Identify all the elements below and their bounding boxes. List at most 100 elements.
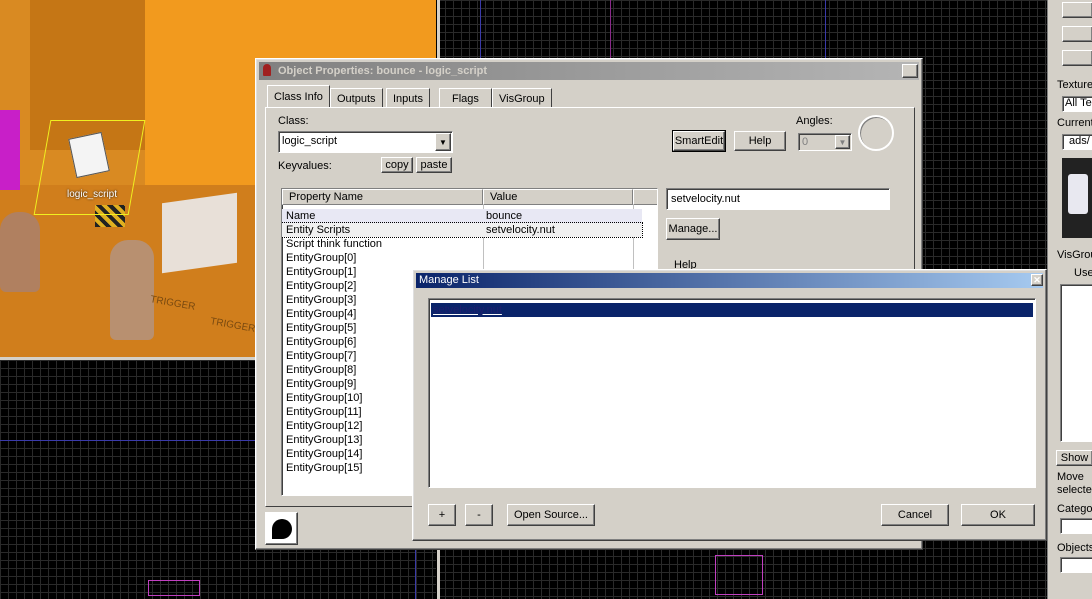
property-name: EntityGroup[14] bbox=[286, 448, 363, 460]
visgroup-list[interactable] bbox=[1060, 284, 1092, 442]
property-name: EntityGroup[13] bbox=[286, 434, 363, 446]
texture-preview bbox=[1062, 158, 1092, 238]
close-icon[interactable]: ✕ bbox=[1031, 274, 1043, 286]
angles-combo[interactable]: 0 ▼ bbox=[798, 133, 852, 151]
chevron-down-icon[interactable]: ▼ bbox=[435, 133, 451, 151]
col-extra bbox=[633, 189, 657, 205]
texture-filter[interactable]: All Te bbox=[1062, 96, 1092, 112]
property-name: EntityGroup[12] bbox=[286, 420, 363, 432]
panel-button[interactable] bbox=[1062, 50, 1092, 66]
wire-entity bbox=[715, 555, 763, 595]
player-model bbox=[110, 240, 154, 340]
value-field-text: setvelocity.nut bbox=[671, 193, 740, 205]
property-name: EntityGroup[4] bbox=[286, 308, 357, 320]
angles-value: 0 bbox=[802, 136, 809, 148]
manage-list-titlebar[interactable]: Manage List ✕ bbox=[416, 273, 1043, 288]
property-name: EntityGroup[5] bbox=[286, 322, 357, 334]
player-model bbox=[0, 212, 40, 292]
tab-label: Flags bbox=[452, 92, 479, 105]
chevron-down-icon[interactable]: ▼ bbox=[835, 135, 850, 149]
angles-label: Angles: bbox=[796, 115, 833, 127]
property-name: EntityGroup[6] bbox=[286, 336, 357, 348]
texture-label: Texture bbox=[1057, 79, 1092, 91]
copy-button[interactable]: copy bbox=[381, 157, 413, 173]
entity-pick-button[interactable] bbox=[265, 512, 298, 545]
open-source-button[interactable]: Open Source... bbox=[507, 504, 595, 526]
visgroup-label: VisGrou bbox=[1057, 249, 1092, 261]
tab-label: Class Info bbox=[274, 90, 323, 103]
tab-label: Inputs bbox=[393, 92, 423, 105]
col-property[interactable]: Property Name bbox=[282, 189, 483, 205]
property-name: EntityGroup[1] bbox=[286, 266, 357, 278]
property-value: bounce bbox=[486, 210, 523, 222]
crate bbox=[162, 192, 237, 274]
category-combo[interactable] bbox=[1060, 518, 1092, 534]
remove-button[interactable]: - bbox=[465, 504, 493, 526]
panel-button[interactable] bbox=[1062, 2, 1092, 18]
paste-button[interactable]: paste bbox=[416, 157, 452, 173]
property-name: EntityGroup[9] bbox=[286, 378, 357, 390]
tab-visgroup[interactable]: VisGroup bbox=[492, 88, 552, 108]
eyedropper-icon bbox=[271, 518, 292, 539]
manage-list-dialog: Manage List ✕ setvelocity.nut + - Open S… bbox=[412, 269, 1047, 541]
manage-button[interactable]: Manage... bbox=[666, 218, 720, 240]
property-name: Entity Scripts bbox=[286, 224, 351, 236]
close-icon[interactable]: ✕ bbox=[902, 64, 918, 78]
manage-list-title: Manage List bbox=[419, 274, 479, 286]
table-row[interactable]: Entity Scripts setvelocity.nut bbox=[282, 222, 643, 238]
property-name: EntityGroup[7] bbox=[286, 350, 357, 362]
current-label: Current bbox=[1057, 117, 1092, 129]
property-name: EntityGroup[11] bbox=[286, 406, 362, 418]
cancel-button[interactable]: Cancel bbox=[881, 504, 949, 526]
script-list[interactable]: setvelocity.nut bbox=[428, 298, 1036, 488]
tab-label: VisGroup bbox=[499, 92, 545, 105]
class-combo[interactable]: logic_script ▼ bbox=[278, 131, 453, 153]
magenta-block bbox=[0, 110, 20, 190]
help-button[interactable]: Help bbox=[734, 131, 786, 151]
property-name: EntityGroup[2] bbox=[286, 280, 357, 292]
table-row[interactable]: Script think function bbox=[282, 237, 642, 251]
table-row[interactable]: EntityGroup[0] bbox=[282, 251, 642, 265]
category-label: Catego bbox=[1057, 503, 1092, 515]
add-button[interactable]: + bbox=[428, 504, 456, 526]
value-field[interactable]: setvelocity.nut bbox=[666, 188, 890, 210]
col-value[interactable]: Value bbox=[483, 189, 633, 205]
property-name: Script think function bbox=[286, 238, 382, 250]
property-name: Name bbox=[286, 210, 316, 222]
object-properties-title: Object Properties: bounce - logic_script bbox=[278, 65, 488, 77]
objects-label: Objects bbox=[1057, 542, 1092, 554]
wire-entity bbox=[148, 580, 200, 596]
property-name: EntityGroup[10] bbox=[286, 392, 363, 404]
property-name: EntityGroup[3] bbox=[286, 294, 357, 306]
objects-combo[interactable] bbox=[1060, 557, 1092, 573]
tab-class-info[interactable]: Class Info bbox=[267, 85, 330, 107]
property-name: EntityGroup[0] bbox=[286, 252, 357, 264]
use-label: Use bbox=[1074, 267, 1092, 279]
class-label: Class: bbox=[278, 115, 309, 127]
angle-dial[interactable] bbox=[858, 115, 894, 151]
show-button[interactable]: Show bbox=[1056, 450, 1092, 466]
smartedit-button[interactable]: SmartEdit bbox=[672, 130, 726, 152]
move-label: Move bbox=[1057, 471, 1084, 483]
property-value: setvelocity.nut bbox=[486, 224, 555, 236]
entity-label: logic_script bbox=[67, 189, 118, 200]
right-panel: Texture All Te Current ads/ VisGrou Use … bbox=[1047, 0, 1092, 599]
ok-button[interactable]: OK bbox=[961, 504, 1035, 526]
table-row[interactable]: Name bounce bbox=[282, 209, 642, 223]
list-item-label: setvelocity.nut bbox=[433, 304, 502, 316]
hammer-icon bbox=[263, 64, 271, 76]
tab-inputs[interactable]: Inputs bbox=[386, 88, 430, 108]
keyvalues-label: Keyvalues: bbox=[278, 160, 332, 172]
tab-outputs[interactable]: Outputs bbox=[330, 88, 383, 108]
tab-flags[interactable]: Flags bbox=[439, 88, 492, 108]
tab-label: Outputs bbox=[337, 92, 376, 105]
property-name: EntityGroup[15] bbox=[286, 462, 363, 474]
object-properties-titlebar[interactable]: Object Properties: bounce - logic_script… bbox=[259, 62, 919, 80]
class-value: logic_script bbox=[282, 135, 338, 147]
selected-label: selecte bbox=[1057, 484, 1092, 496]
current-texture[interactable]: ads/ bbox=[1062, 134, 1092, 150]
bottle-thumbnail bbox=[1068, 174, 1088, 214]
panel-button[interactable] bbox=[1062, 26, 1092, 42]
property-name: EntityGroup[8] bbox=[286, 364, 357, 376]
list-item[interactable]: setvelocity.nut bbox=[431, 303, 1033, 317]
